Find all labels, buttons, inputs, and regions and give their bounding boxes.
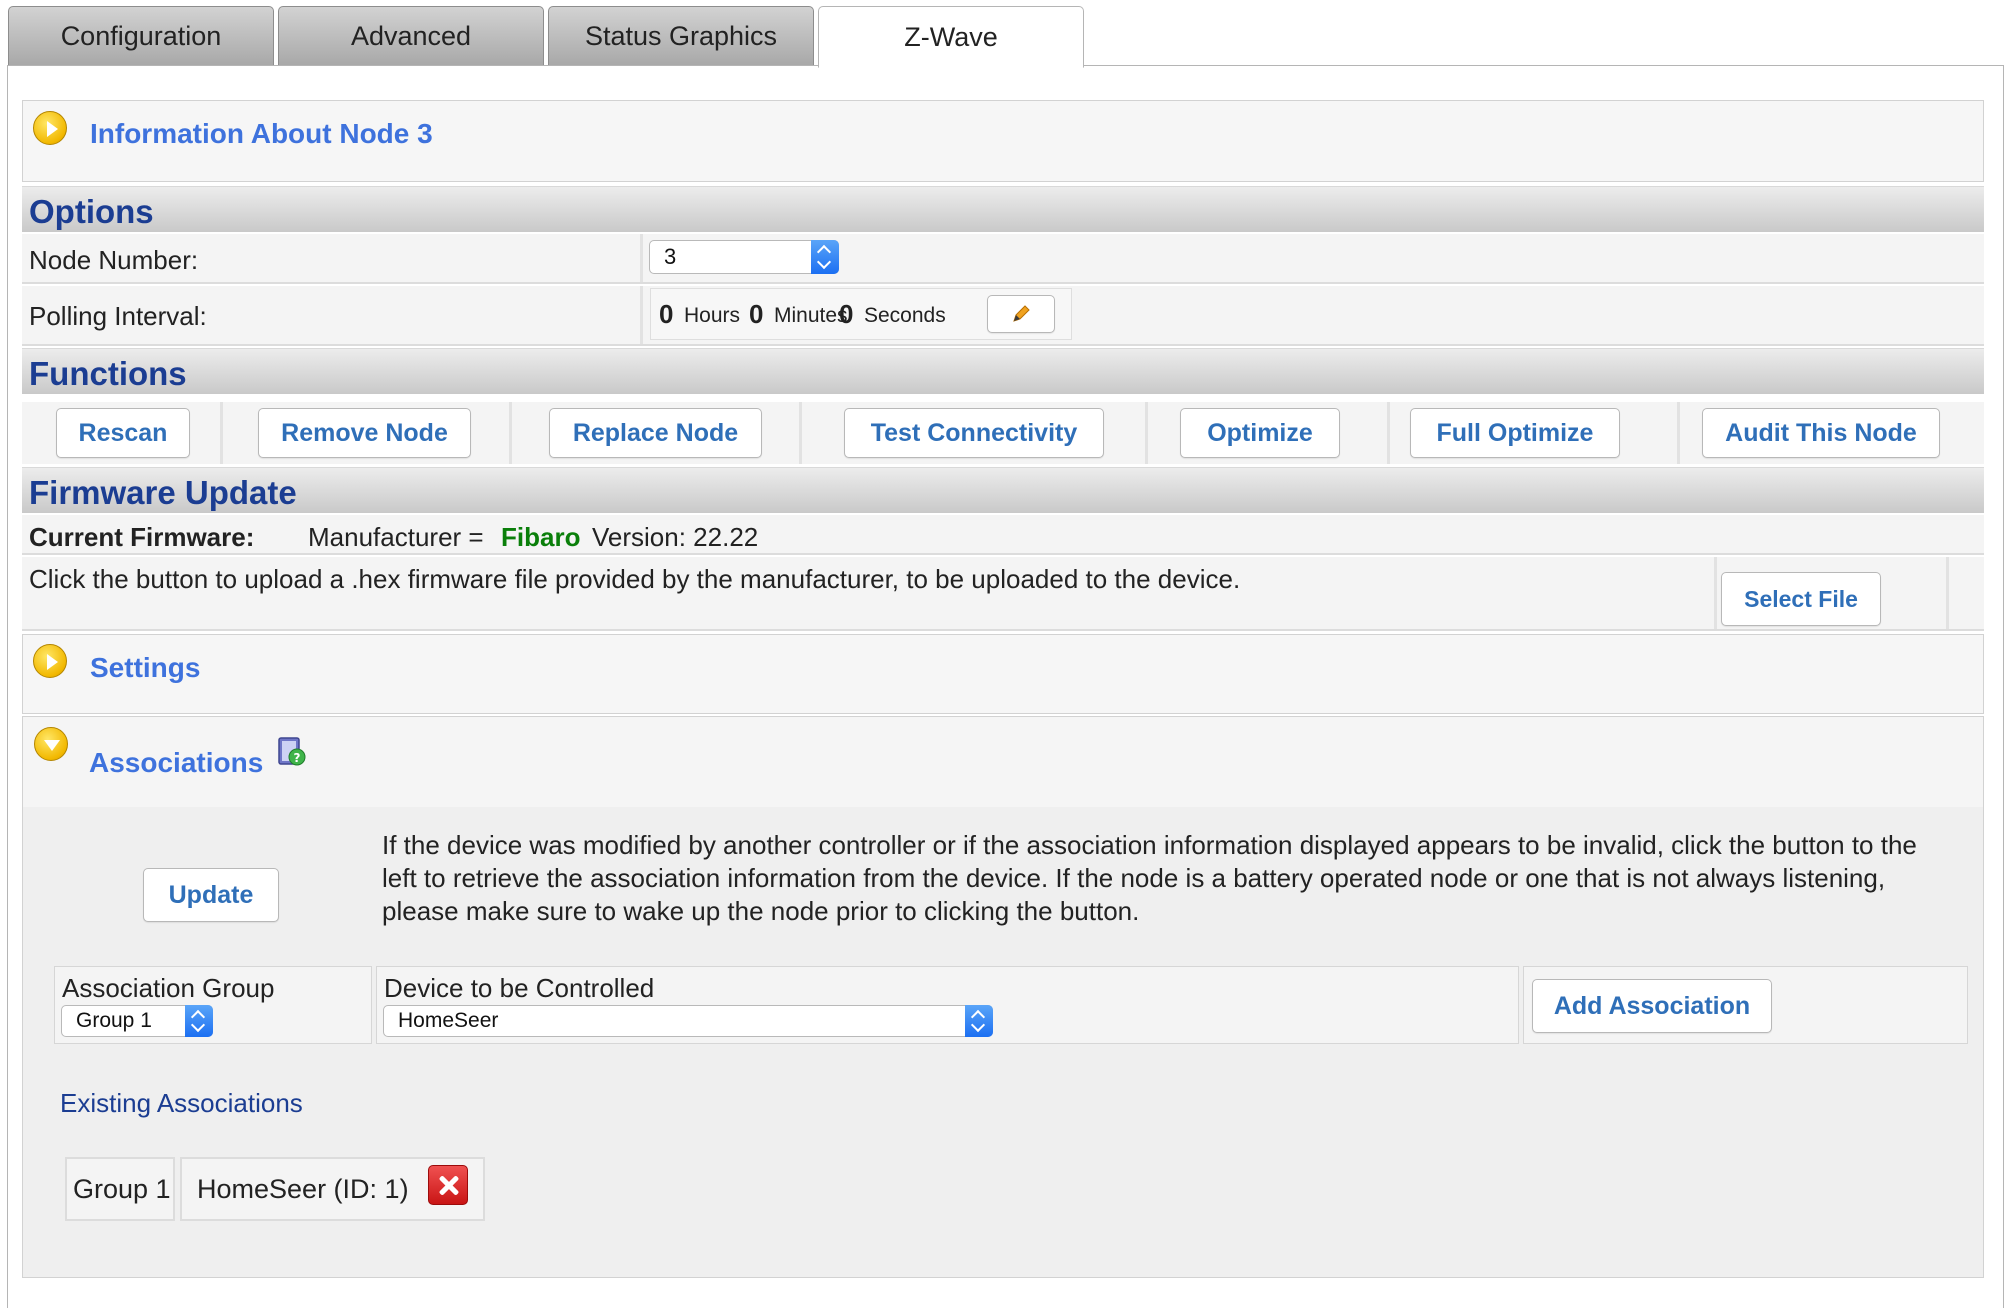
tab-advanced[interactable]: Advanced: [278, 6, 544, 66]
column-divider: [1946, 557, 1949, 629]
audit-this-node-button[interactable]: Audit This Node: [1702, 408, 1940, 458]
existing-association-group: Group 1: [65, 1157, 175, 1221]
test-connectivity-button[interactable]: Test Connectivity: [844, 408, 1104, 458]
current-firmware-label: Current Firmware:: [29, 522, 255, 552]
association-group-cell: Association Group Group 1: [54, 966, 372, 1044]
polling-minutes-value: 0: [749, 299, 764, 329]
polling-minutes-label: Minutes: [774, 304, 848, 327]
column-divider: [1714, 557, 1717, 629]
polling-row: Polling Interval: 0 Hours 0 Minutes 0 Se…: [22, 286, 1984, 346]
device-to-control-cell: Device to be Controlled HomeSeer: [376, 966, 1519, 1044]
manufacturer-name: Fibaro: [501, 522, 581, 552]
polling-seconds-value: 0: [839, 299, 854, 329]
update-associations-button[interactable]: Update: [143, 868, 279, 922]
tab-status-graphics[interactable]: Status Graphics: [548, 6, 814, 66]
manufacturer-prefix: Manufacturer =: [308, 522, 484, 552]
rescan-button[interactable]: Rescan: [56, 408, 190, 458]
select-stepper-icon: [965, 1005, 993, 1037]
associations-header-band: [23, 717, 1983, 807]
firmware-title: Firmware Update: [29, 474, 297, 511]
tab-z-wave[interactable]: Z-Wave: [818, 6, 1084, 68]
select-file-button[interactable]: Select File: [1721, 572, 1881, 626]
replace-node-button[interactable]: Replace Node: [549, 408, 762, 458]
polling-hours-label: Hours: [684, 304, 741, 327]
options-header: Options: [22, 186, 1984, 232]
settings-title[interactable]: Settings: [90, 652, 200, 684]
tab-bar: Configuration Advanced Status Graphics Z…: [8, 6, 1084, 68]
column-divider: [640, 234, 643, 282]
current-firmware-row: Current Firmware: Manufacturer = Fibaro …: [22, 515, 1984, 555]
polling-hours-value: 0: [659, 299, 674, 329]
column-divider: [640, 286, 643, 344]
full-optimize-button[interactable]: Full Optimize: [1410, 408, 1620, 458]
associations-title[interactable]: Associations: [89, 747, 263, 779]
association-group-value: Group 1: [76, 1009, 152, 1032]
node-number-select[interactable]: 3: [649, 240, 839, 274]
expand-arrow-icon[interactable]: [33, 644, 67, 678]
device-to-control-header: Device to be Controlled: [384, 973, 655, 1003]
svg-text:?: ?: [294, 751, 301, 765]
association-group-select[interactable]: Group 1: [61, 1005, 213, 1037]
options-title: Options: [29, 193, 154, 230]
expand-arrow-icon[interactable]: [33, 111, 67, 145]
polling-seconds-label: Seconds: [864, 304, 946, 327]
settings-section: Settings: [22, 634, 1984, 714]
polling-interval-box: 0 Hours 0 Minutes 0 Seconds: [650, 288, 1072, 340]
node-number-row: Node Number: 3: [22, 234, 1984, 284]
info-section-title[interactable]: Information About Node 3: [90, 118, 433, 150]
select-stepper-icon: [185, 1005, 213, 1037]
node-number-value: 3: [664, 244, 677, 269]
select-stepper-icon: [811, 240, 839, 274]
associations-description: If the device was modified by another co…: [382, 830, 1917, 926]
device-to-control-value: HomeSeer: [398, 1009, 499, 1032]
info-section: Information About Node 3: [22, 100, 1984, 182]
firmware-upload-row: Click the button to upload a .hex firmwa…: [22, 557, 1984, 631]
firmware-header: Firmware Update: [22, 467, 1984, 513]
device-to-control-select[interactable]: HomeSeer: [383, 1005, 993, 1037]
edit-polling-button[interactable]: [987, 295, 1055, 333]
polling-interval-label: Polling Interval:: [29, 301, 207, 331]
collapse-arrow-icon[interactable]: [34, 727, 68, 761]
add-association-button[interactable]: Add Association: [1532, 979, 1772, 1033]
association-group-header: Association Group: [62, 973, 275, 1003]
delete-association-icon[interactable]: [428, 1165, 468, 1205]
tab-configuration[interactable]: Configuration: [8, 6, 274, 66]
optimize-button[interactable]: Optimize: [1180, 408, 1340, 458]
node-number-label: Node Number:: [29, 245, 199, 275]
help-book-icon[interactable]: ?: [275, 735, 309, 769]
pencil-icon: [1013, 305, 1030, 322]
functions-title: Functions: [29, 355, 187, 392]
firmware-instructions: Click the button to upload a .hex firmwa…: [29, 564, 1241, 594]
existing-associations-title: Existing Associations: [60, 1088, 303, 1118]
functions-header: Functions: [22, 348, 1984, 394]
remove-node-button[interactable]: Remove Node: [258, 408, 471, 458]
firmware-version: Version: 22.22: [592, 522, 759, 552]
